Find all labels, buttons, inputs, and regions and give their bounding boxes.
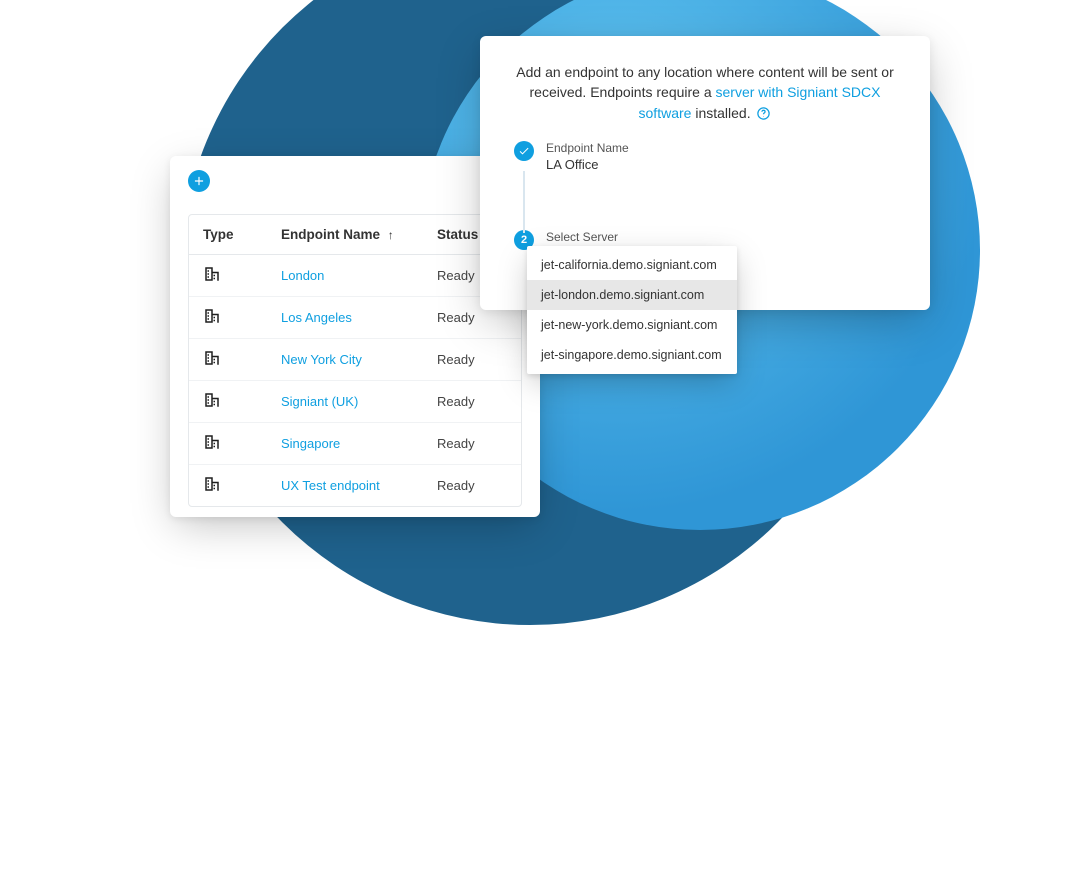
endpoint-status: Ready bbox=[437, 352, 507, 367]
building-icon bbox=[203, 391, 281, 412]
table-header: Type Endpoint Name ↑ Status bbox=[189, 215, 521, 255]
step-connector bbox=[523, 171, 525, 233]
server-option[interactable]: jet-london.demo.signiant.com bbox=[527, 280, 737, 310]
col-header-type[interactable]: Type bbox=[203, 227, 281, 242]
step1-complete-badge bbox=[514, 141, 534, 161]
server-option[interactable]: jet-california.demo.signiant.com bbox=[527, 250, 737, 280]
step1-value: LA Office bbox=[546, 157, 629, 172]
server-option[interactable]: jet-new-york.demo.signiant.com bbox=[527, 310, 737, 340]
endpoint-name-link[interactable]: New York City bbox=[281, 352, 437, 367]
add-endpoint-button[interactable] bbox=[188, 170, 210, 192]
building-icon bbox=[203, 349, 281, 370]
sort-asc-icon: ↑ bbox=[388, 228, 394, 242]
building-icon bbox=[203, 265, 281, 286]
table-row[interactable]: Los AngelesReady bbox=[189, 296, 521, 338]
col-header-name-label: Endpoint Name bbox=[281, 227, 380, 242]
endpoints-table: Type Endpoint Name ↑ Status LondonReadyL… bbox=[188, 214, 522, 507]
table-row[interactable]: SingaporeReady bbox=[189, 422, 521, 464]
endpoint-status: Ready bbox=[437, 394, 507, 409]
help-icon[interactable] bbox=[756, 106, 771, 121]
building-icon bbox=[203, 307, 281, 328]
endpoint-name-link[interactable]: Los Angeles bbox=[281, 310, 437, 325]
endpoint-status: Ready bbox=[437, 436, 507, 451]
endpoint-name-link[interactable]: London bbox=[281, 268, 437, 283]
col-header-name[interactable]: Endpoint Name ↑ bbox=[281, 227, 437, 242]
desc-post: installed. bbox=[695, 105, 754, 121]
server-option[interactable]: jet-singapore.demo.signiant.com bbox=[527, 340, 737, 370]
table-row[interactable]: New York CityReady bbox=[189, 338, 521, 380]
endpoint-status: Ready bbox=[437, 478, 507, 493]
add-endpoint-description: Add an endpoint to any location where co… bbox=[510, 62, 900, 123]
building-icon bbox=[203, 475, 281, 496]
server-dropdown[interactable]: jet-california.demo.signiant.comjet-lond… bbox=[527, 246, 737, 374]
endpoint-name-link[interactable]: Signiant (UK) bbox=[281, 394, 437, 409]
step1-label: Endpoint Name bbox=[546, 141, 629, 155]
table-row[interactable]: Signiant (UK)Ready bbox=[189, 380, 521, 422]
check-icon bbox=[518, 145, 530, 157]
endpoint-name-link[interactable]: Singapore bbox=[281, 436, 437, 451]
endpoint-name-link[interactable]: UX Test endpoint bbox=[281, 478, 437, 493]
step-endpoint-name: Endpoint Name LA Office bbox=[514, 141, 900, 172]
step2-label: Select Server bbox=[546, 230, 618, 244]
table-row[interactable]: UX Test endpointReady bbox=[189, 464, 521, 506]
endpoint-status: Ready bbox=[437, 310, 507, 325]
plus-icon bbox=[192, 174, 206, 188]
building-icon bbox=[203, 433, 281, 454]
table-row[interactable]: LondonReady bbox=[189, 255, 521, 296]
